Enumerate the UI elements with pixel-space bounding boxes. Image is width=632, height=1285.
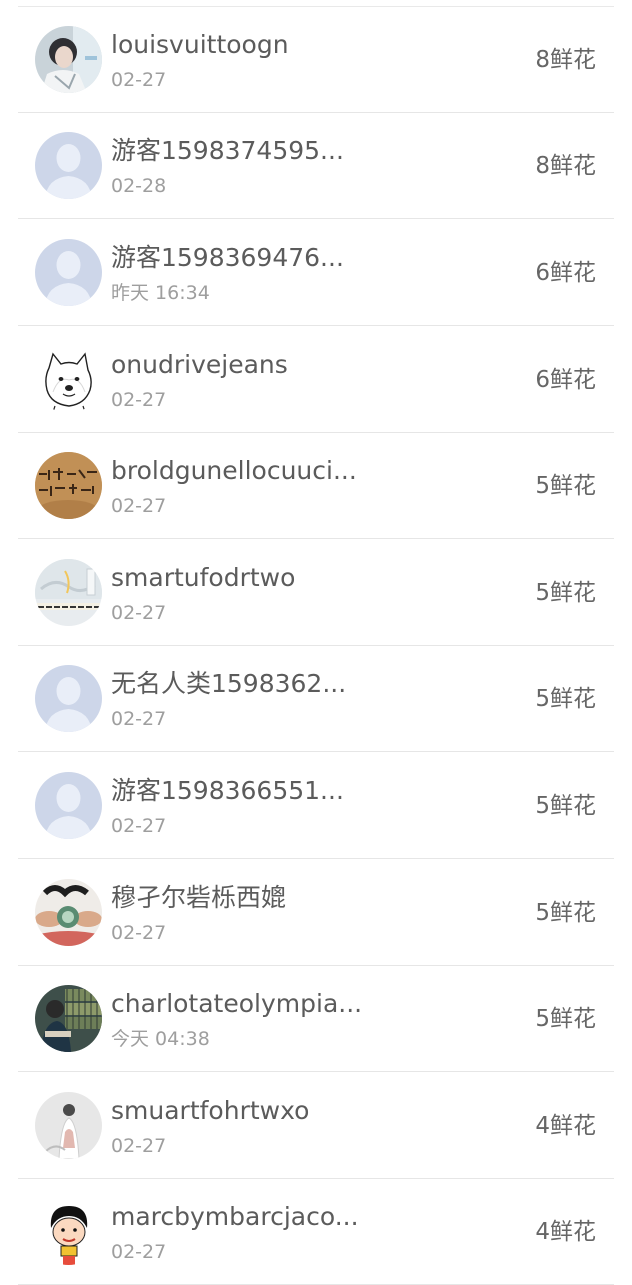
default-avatar-icon <box>35 665 102 732</box>
user-avatar[interactable] <box>35 26 102 93</box>
flower-count: 5鲜花 <box>535 580 596 606</box>
gift-date: 02-27 <box>111 602 167 624</box>
user-avatar[interactable] <box>35 665 102 732</box>
list-item[interactable]: louisvuittoogn 02-27 8鲜花 <box>0 7 632 113</box>
user-name: 游客1598369476... <box>111 243 344 272</box>
photo-avatar-light-icon <box>35 559 102 626</box>
user-avatar[interactable] <box>35 239 102 306</box>
user-name: louisvuittoogn <box>111 30 289 59</box>
list-item[interactable]: 游客1598369476... 昨天 16:34 6鲜花 <box>0 220 632 326</box>
list-item[interactable]: 游客1598366551... 02-27 5鲜花 <box>0 753 632 859</box>
default-avatar-icon <box>35 772 102 839</box>
gift-date: 02-27 <box>111 389 167 411</box>
gift-date: 02-27 <box>111 815 167 837</box>
flower-count: 6鲜花 <box>535 260 596 286</box>
photo-avatar-bookshelf-icon <box>35 985 102 1052</box>
user-name: 无名人类1598362... <box>111 669 347 698</box>
flower-count: 4鲜花 <box>535 1113 596 1139</box>
gift-date: 02-27 <box>111 708 167 730</box>
user-avatar[interactable] <box>35 559 102 626</box>
user-avatar[interactable] <box>35 1198 102 1265</box>
list-item[interactable]: smuartfohrtwxo 02-27 4鲜花 <box>0 1073 632 1179</box>
list-item[interactable]: onudrivejeans 02-27 6鲜花 <box>0 327 632 433</box>
list-item[interactable]: 无名人类1598362... 02-27 5鲜花 <box>0 646 632 752</box>
list-item[interactable]: marcbymbarcjaco... 02-27 4鲜花 <box>0 1179 632 1285</box>
photo-avatar-girl-icon <box>35 26 102 93</box>
gift-date: 02-27 <box>111 922 167 944</box>
default-avatar-icon <box>35 132 102 199</box>
flower-count: 6鲜花 <box>535 367 596 393</box>
flower-count: 8鲜花 <box>535 153 596 179</box>
user-avatar[interactable] <box>35 346 102 413</box>
cartoon-avatar-icon <box>35 1198 102 1265</box>
list-item[interactable]: smartufodrtwo 02-27 5鲜花 <box>0 540 632 646</box>
gift-date: 02-28 <box>111 175 167 197</box>
user-name: 游客1598374595... <box>111 136 344 165</box>
gift-date: 02-27 <box>111 1241 167 1263</box>
user-avatar[interactable] <box>35 879 102 946</box>
flower-count: 8鲜花 <box>535 47 596 73</box>
list-item[interactable]: 游客1598374595... 02-28 8鲜花 <box>0 113 632 219</box>
flower-count: 5鲜花 <box>535 1006 596 1032</box>
gift-ranking-list: louisvuittoogn 02-27 8鲜花 游客1598374595...… <box>0 0 632 1285</box>
user-avatar[interactable] <box>35 132 102 199</box>
flower-count: 4鲜花 <box>535 1219 596 1245</box>
gift-date: 02-27 <box>111 495 167 517</box>
list-item[interactable]: 穆孑尔砦栎西媲 02-27 5鲜花 <box>0 860 632 966</box>
flower-count: 5鲜花 <box>535 900 596 926</box>
user-name: 穆孑尔砦栎西媲 <box>111 883 287 912</box>
user-name: marcbymbarcjaco... <box>111 1202 359 1231</box>
user-avatar[interactable] <box>35 1092 102 1159</box>
user-name: 游客1598366551... <box>111 776 344 805</box>
user-name: onudrivejeans <box>111 350 288 379</box>
flower-count: 5鲜花 <box>535 793 596 819</box>
user-name: charlotateolympia... <box>111 989 363 1018</box>
gift-date: 今天 04:38 <box>111 1028 210 1050</box>
flower-count: 5鲜花 <box>535 473 596 499</box>
flower-count: 5鲜花 <box>535 686 596 712</box>
gift-date: 02-27 <box>111 69 167 91</box>
gift-date: 02-27 <box>111 1135 167 1157</box>
list-item[interactable]: broldgunellocuuci... 02-27 5鲜花 <box>0 433 632 539</box>
list-item[interactable]: charlotateolympia... 今天 04:38 5鲜花 <box>0 966 632 1072</box>
photo-avatar-figure-icon <box>35 1092 102 1159</box>
user-name: smartufodrtwo <box>111 563 296 592</box>
user-avatar[interactable] <box>35 452 102 519</box>
user-name: broldgunellocuuci... <box>111 456 357 485</box>
user-name: smuartfohrtwxo <box>111 1096 310 1125</box>
user-avatar[interactable] <box>35 985 102 1052</box>
photo-avatar-hands-icon <box>35 879 102 946</box>
default-avatar-icon <box>35 239 102 306</box>
gift-date: 昨天 16:34 <box>111 282 210 304</box>
user-avatar[interactable] <box>35 772 102 839</box>
doge-avatar-icon <box>35 346 102 413</box>
calligraphy-avatar-icon <box>35 452 102 519</box>
